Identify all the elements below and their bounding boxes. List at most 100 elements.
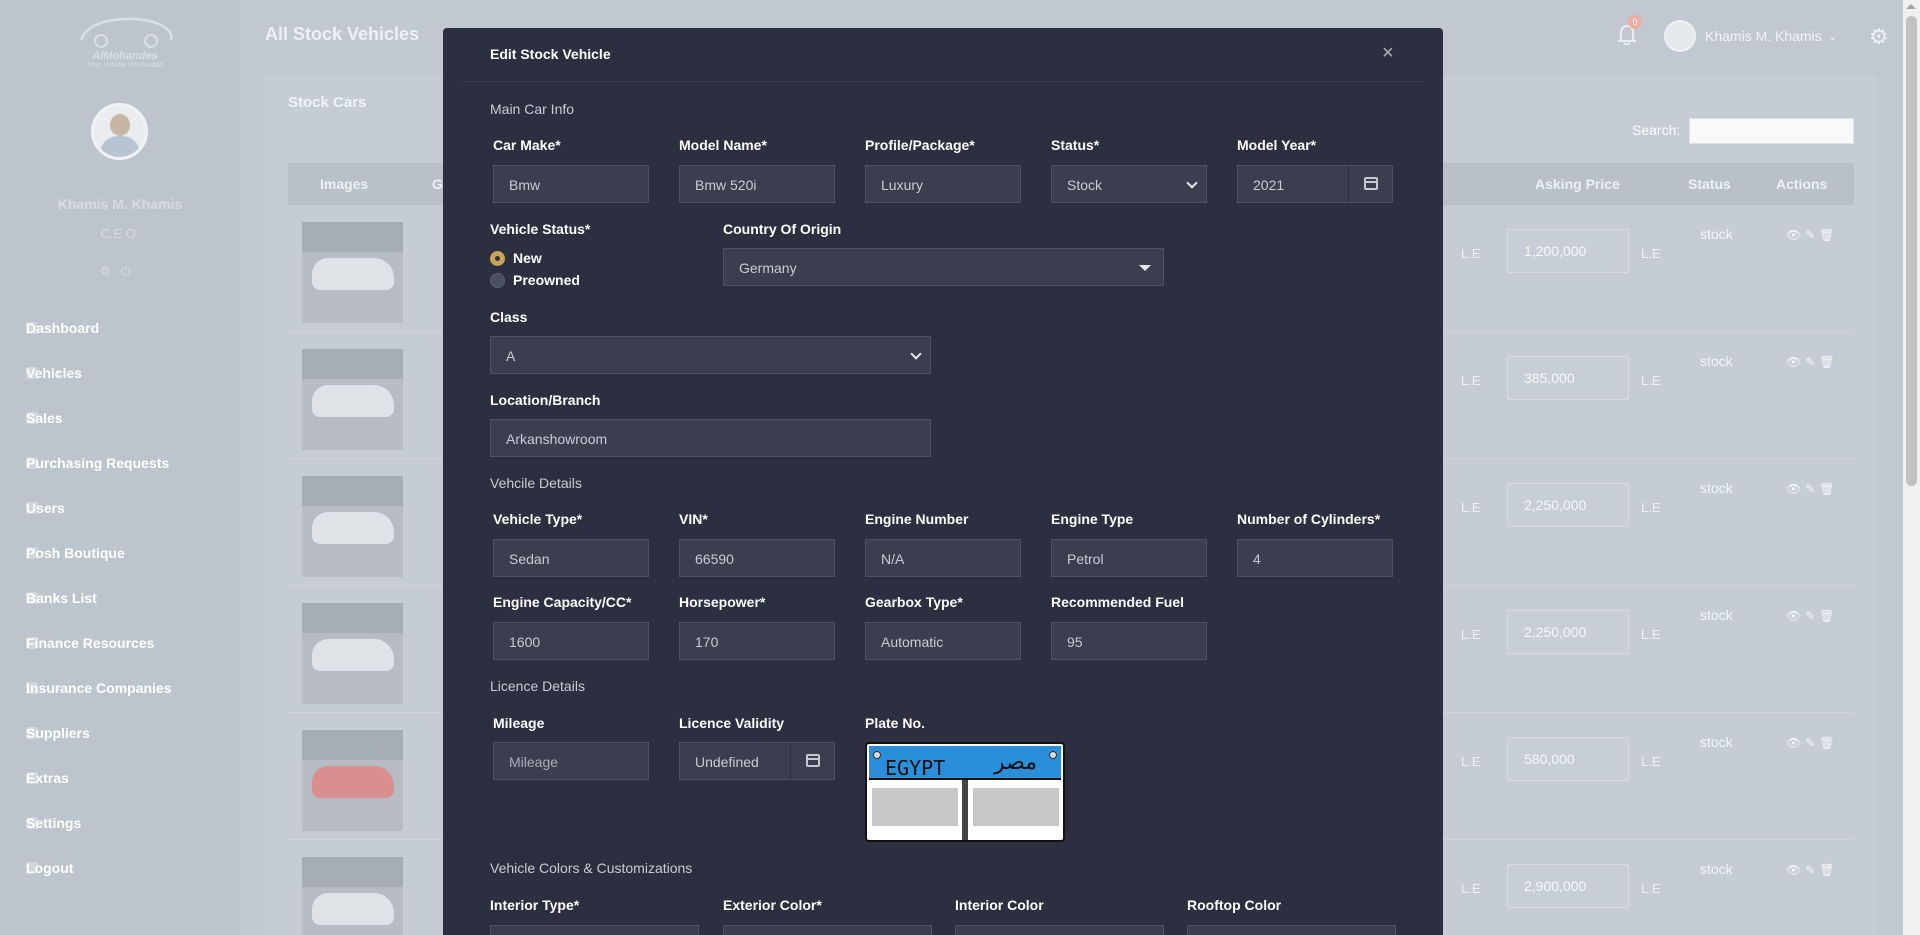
class-label: Class <box>490 309 528 325</box>
radio-label: Preowned <box>513 272 580 288</box>
model-year-calendar-button[interactable] <box>1348 165 1393 203</box>
country-select[interactable]: Germany <box>723 248 1164 286</box>
engine-number-field[interactable]: N/A <box>865 539 1021 577</box>
sidebar-item-logout[interactable]: Logout <box>0 845 240 890</box>
gear-icon[interactable]: ⚙ <box>1869 24 1889 50</box>
sidebar-item-suppliers[interactable]: Suppliers › <box>0 710 240 755</box>
status-select[interactable]: Stock <box>1051 165 1207 203</box>
price-field[interactable]: 2,900,000 <box>1507 864 1629 908</box>
user-menu[interactable]: Khamis M. Khamis ⌄ <box>1664 20 1837 52</box>
screw-icon <box>1049 751 1057 759</box>
vehicle-thumbnail[interactable] <box>302 603 403 704</box>
sidebar-item-dashboard[interactable]: Dashboard <box>0 305 240 350</box>
profile-avatar[interactable] <box>91 103 148 160</box>
price-field[interactable]: 580,000 <box>1507 737 1629 781</box>
engine-type-field[interactable]: Petrol <box>1051 539 1207 577</box>
column-header-asking-price[interactable]: Asking Price <box>1535 176 1620 192</box>
search-input[interactable] <box>1689 118 1854 144</box>
engine-capacity-field[interactable]: 1600 <box>493 622 649 660</box>
sidebar-item-vehicles[interactable]: Vehicles › <box>0 350 240 395</box>
eye-icon[interactable]: 👁 <box>1786 228 1805 242</box>
profile-field[interactable]: Luxury <box>865 165 1021 203</box>
column-header-status[interactable]: Status <box>1688 176 1731 192</box>
exterior-color-field[interactable] <box>723 925 932 935</box>
edit-icon[interactable]: ✎ <box>1805 736 1819 750</box>
scroll-up-icon[interactable] <box>1906 4 1916 9</box>
sidebar-item-finance-resources[interactable]: Finance Resources › <box>0 620 240 665</box>
mileage-field[interactable]: Mileage <box>493 742 649 780</box>
interior-type-field[interactable] <box>490 925 699 935</box>
interior-color-field[interactable] <box>955 925 1164 935</box>
edit-icon[interactable]: ✎ <box>1805 482 1819 496</box>
close-icon[interactable]: × <box>1382 42 1394 65</box>
plate-letters-input[interactable] <box>872 788 958 826</box>
price-field[interactable]: 2,250,000 <box>1507 610 1629 654</box>
vehicle-type-field[interactable]: Sedan <box>493 539 649 577</box>
trash-icon[interactable]: 🗑 <box>1819 736 1838 750</box>
plate-header: EGYPT مصر <box>869 746 1061 780</box>
plate-numbers-input[interactable] <box>973 788 1059 826</box>
trash-icon[interactable]: 🗑 <box>1819 482 1838 496</box>
vehicle-status-new-radio[interactable]: New <box>490 250 542 266</box>
model-name-field[interactable]: Bmw 520i <box>679 165 835 203</box>
price-field[interactable]: 1,200,000 <box>1507 229 1629 273</box>
power-icon[interactable]: ⏻ <box>121 264 141 278</box>
sidebar-item-purchasing-requests[interactable]: Purchasing Requests › <box>0 440 240 485</box>
column-header-g[interactable]: G <box>432 176 443 192</box>
brand-logo[interactable]: AlMohandes Your Vehicle Destination <box>70 10 180 85</box>
sidebar-item-settings[interactable]: Settings › <box>0 800 240 845</box>
row-actions: 👁✎🗑 <box>1786 863 1839 877</box>
vehicle-thumbnail[interactable] <box>302 349 403 450</box>
scrollbar-thumb[interactable] <box>1906 16 1917 486</box>
car-make-label: Car Make* <box>493 137 561 153</box>
price-field[interactable]: 2,250,000 <box>1507 483 1629 527</box>
eye-icon[interactable]: 👁 <box>1786 863 1805 877</box>
column-header-images[interactable]: Images <box>320 176 368 192</box>
eye-icon[interactable]: 👁 <box>1786 482 1805 496</box>
sidebar-item-sales[interactable]: Sales › <box>0 395 240 440</box>
vehicle-thumbnail[interactable] <box>302 857 403 935</box>
vin-field[interactable]: 66590 <box>679 539 835 577</box>
class-select[interactable]: A <box>490 336 931 374</box>
cylinders-field[interactable]: 4 <box>1237 539 1393 577</box>
eye-icon[interactable]: 👁 <box>1786 609 1805 623</box>
trash-icon[interactable]: 🗑 <box>1819 228 1838 242</box>
trash-icon[interactable]: 🗑 <box>1819 863 1838 877</box>
edit-icon[interactable]: ✎ <box>1805 863 1819 877</box>
sidebar-item-posh-boutique[interactable]: Posh Boutique › <box>0 530 240 575</box>
model-year-field[interactable]: 2021 <box>1237 165 1349 203</box>
fuel-field[interactable]: 95 <box>1051 622 1207 660</box>
column-header-actions[interactable]: Actions <box>1776 176 1827 192</box>
location-field[interactable]: Arkanshowroom <box>490 419 931 457</box>
gear-icon[interactable]: ⚙ <box>100 264 121 278</box>
licence-validity-field[interactable]: Undefined <box>679 742 791 780</box>
sidebar-item-label: Settings <box>26 814 82 831</box>
edit-icon[interactable]: ✎ <box>1805 228 1819 242</box>
vehicle-thumbnail[interactable] <box>302 730 403 831</box>
currency-label: L.E <box>1641 754 1661 769</box>
sidebar-item-insurance-companies[interactable]: Insurance Companies › <box>0 665 240 710</box>
trash-icon[interactable]: 🗑 <box>1819 609 1838 623</box>
plate-number-editor[interactable]: EGYPT مصر <box>865 742 1065 842</box>
currency-label: L.E <box>1461 500 1481 515</box>
vehicle-thumbnail[interactable] <box>302 222 403 323</box>
gearbox-field[interactable]: Automatic <box>865 622 1021 660</box>
vehicle-status-label: Vehicle Status* <box>490 221 591 237</box>
vehicle-thumbnail[interactable] <box>302 476 403 577</box>
horsepower-field[interactable]: 170 <box>679 622 835 660</box>
sidebar-item-banks-list[interactable]: Banks List › <box>0 575 240 620</box>
sidebar-item-extras[interactable]: Extras › <box>0 755 240 800</box>
sidebar-item-users[interactable]: Users › <box>0 485 240 530</box>
eye-icon[interactable]: 👁 <box>1786 736 1805 750</box>
car-make-field[interactable]: Bmw <box>493 165 649 203</box>
eye-icon[interactable]: 👁 <box>1786 355 1805 369</box>
licence-validity-calendar-button[interactable] <box>790 742 835 780</box>
vehicle-status-preowned-radio[interactable]: Preowned <box>490 272 580 288</box>
price-field[interactable]: 385,000 <box>1507 356 1629 400</box>
rooftop-color-field[interactable] <box>1187 925 1396 935</box>
edit-icon[interactable]: ✎ <box>1805 355 1819 369</box>
plate-country-en: EGYPT <box>885 756 946 780</box>
edit-icon[interactable]: ✎ <box>1805 609 1819 623</box>
section-licence-details: Licence Details <box>490 678 585 694</box>
trash-icon[interactable]: 🗑 <box>1819 355 1838 369</box>
